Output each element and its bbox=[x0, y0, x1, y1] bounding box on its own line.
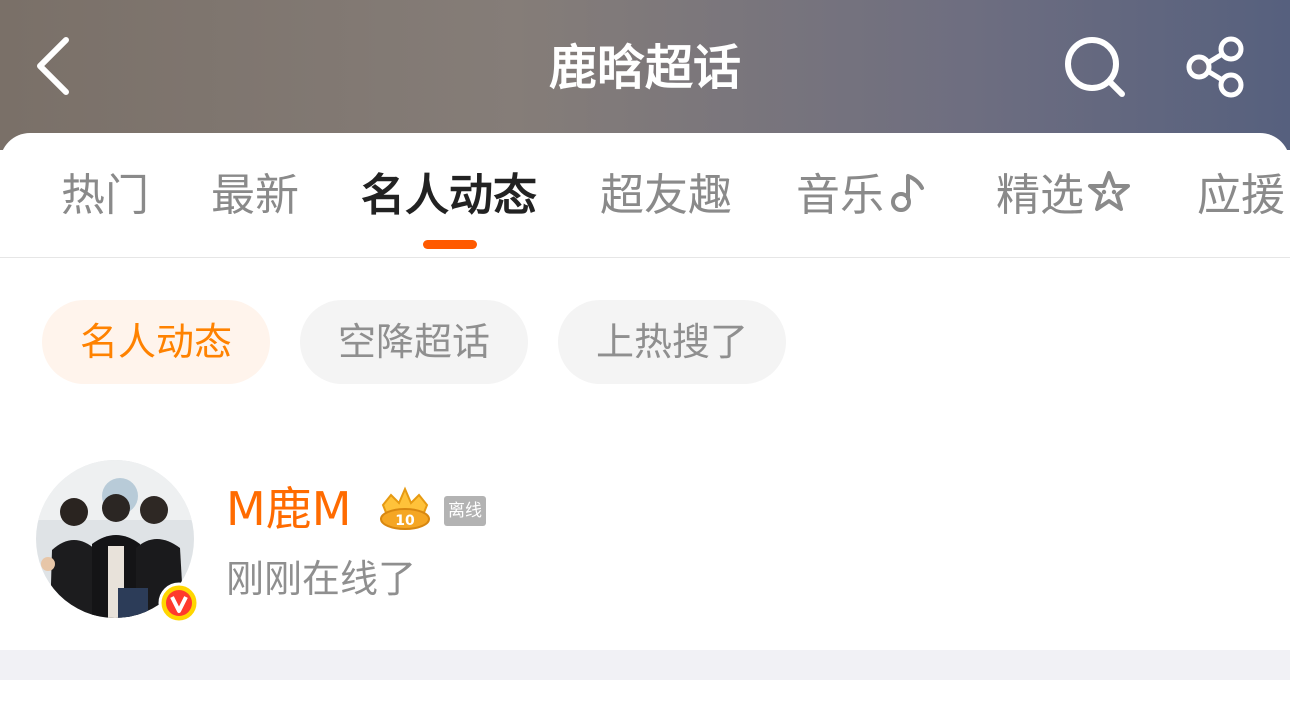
online-status: 刚刚在线了 bbox=[226, 557, 417, 601]
crown-level-number: 10 bbox=[395, 513, 415, 529]
music-note-icon bbox=[886, 170, 926, 229]
section-divider bbox=[0, 650, 1290, 680]
search-icon bbox=[1065, 37, 1125, 97]
tab-bar: 热门 最新 名人动态 超友趣 音乐 精选 应援 bbox=[0, 133, 1290, 258]
tab-support[interactable]: 应援 bbox=[1197, 167, 1285, 225]
share-button[interactable] bbox=[1182, 34, 1248, 100]
search-button[interactable] bbox=[1062, 34, 1128, 100]
tab-fan-fun[interactable]: 超友趣 bbox=[600, 167, 732, 225]
top-bar: 鹿晗超话 bbox=[0, 0, 1290, 150]
tab-hot[interactable]: 热门 bbox=[61, 167, 149, 225]
tab-featured[interactable]: 精选 bbox=[996, 167, 1132, 229]
crown-level-icon: 10 bbox=[377, 485, 433, 531]
tab-featured-label: 精选 bbox=[996, 170, 1084, 221]
content-card: 热门 最新 名人动态 超友趣 音乐 精选 应援 名人动态 空降超话 上热搜了 M… bbox=[0, 133, 1290, 702]
verified-v-icon bbox=[158, 582, 200, 624]
chip-celebrity-news[interactable]: 名人动态 bbox=[42, 300, 270, 384]
tab-latest[interactable]: 最新 bbox=[211, 167, 299, 225]
active-tab-indicator bbox=[423, 240, 477, 249]
tab-celebrity-news[interactable]: 名人动态 bbox=[361, 167, 537, 225]
share-icon bbox=[1186, 36, 1244, 98]
tab-music-label: 音乐 bbox=[796, 170, 884, 221]
tab-music[interactable]: 音乐 bbox=[796, 167, 926, 229]
status-badge: 离线 bbox=[444, 496, 486, 526]
user-name[interactable]: M鹿M bbox=[226, 480, 351, 538]
star-icon bbox=[1086, 170, 1132, 229]
chip-airdrop-topic[interactable]: 空降超话 bbox=[300, 300, 528, 384]
chip-trending[interactable]: 上热搜了 bbox=[558, 300, 786, 384]
